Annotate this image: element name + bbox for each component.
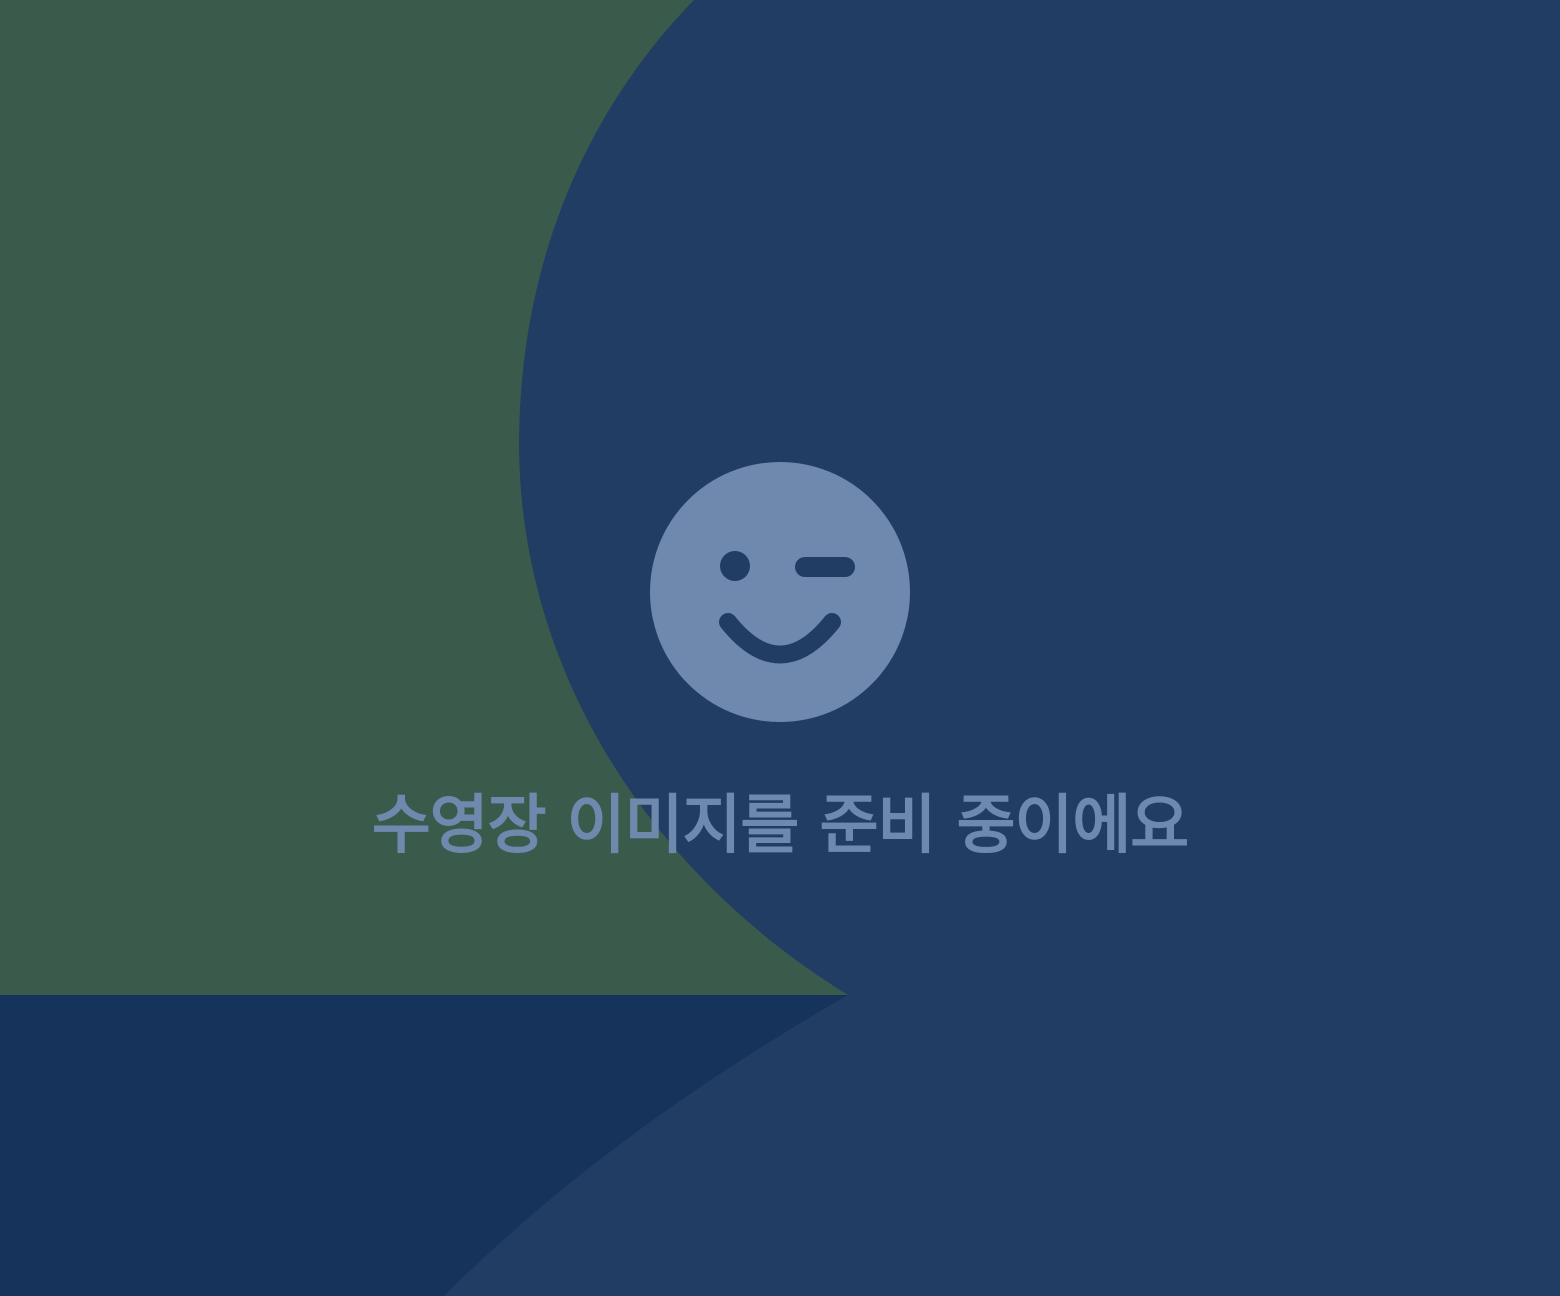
preparing-image-message: 수영장 이미지를 준비 중이에요 [371,789,1189,863]
left-eye [720,551,750,581]
image-placeholder: 수영장 이미지를 준비 중이에요 [0,0,1560,1296]
wink-face-icon [650,462,910,722]
face-circle [650,462,910,722]
